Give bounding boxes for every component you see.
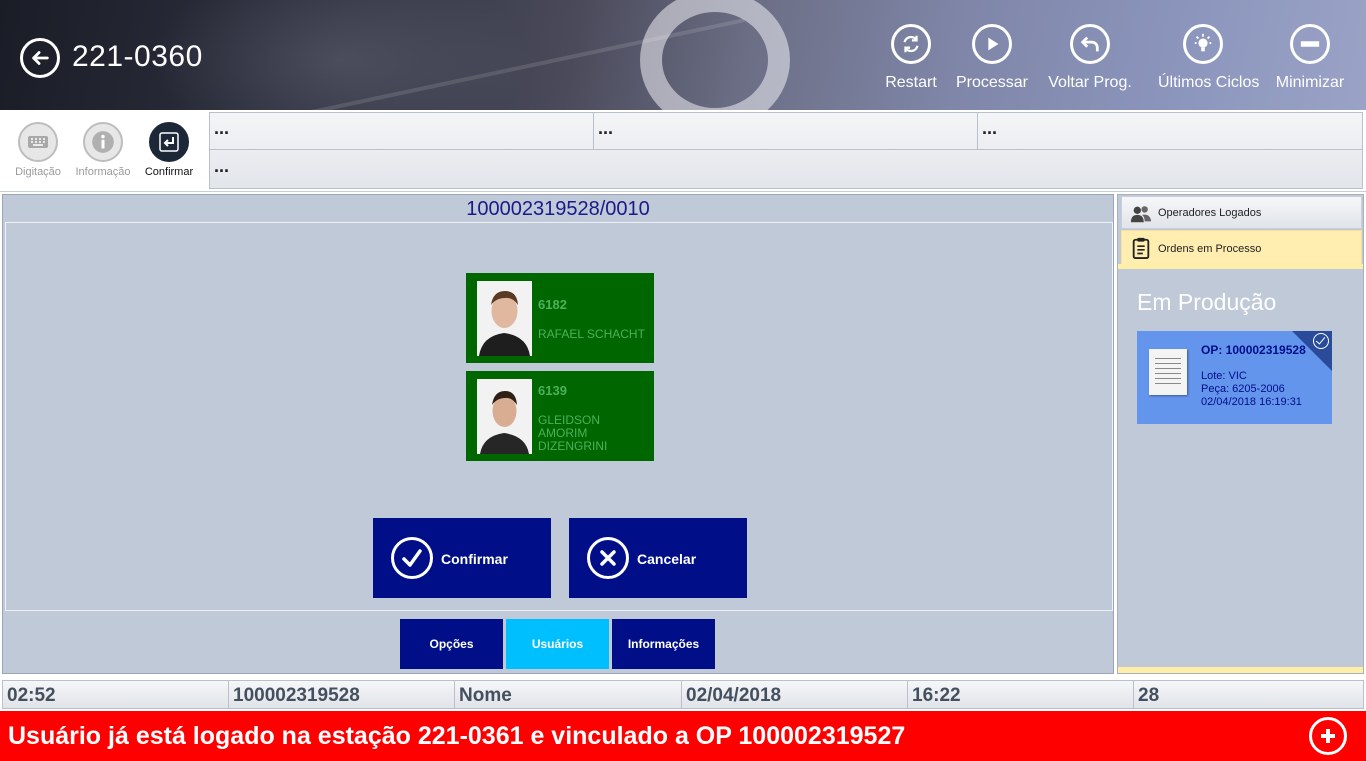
- enter-icon: [159, 132, 179, 152]
- status-bar: 02:52 100002319528 Nome 02/04/2018 16:22…: [2, 680, 1364, 709]
- operator-code: 6139: [538, 383, 567, 398]
- app-window: 221-0360 Restart Processar Voltar Prog. …: [0, 0, 1366, 761]
- play-icon: [988, 37, 999, 51]
- information-label: Informação: [75, 166, 131, 178]
- right-panel: Operadores Logados Ordens em Processo Em…: [1117, 194, 1364, 674]
- minimize-button[interactable]: Minimizar: [1265, 24, 1355, 92]
- order-part: Peça: 6205-2006: [1201, 383, 1285, 395]
- status-time: 16:22: [908, 681, 1134, 708]
- info-cell: ...: [978, 113, 1362, 150]
- production-title: Em Produção: [1137, 289, 1277, 315]
- users-icon: [1130, 206, 1152, 223]
- confirm-toolbar-label: Confirmar: [144, 166, 194, 178]
- operator-photo: [477, 379, 532, 454]
- info-cell: ...: [210, 113, 594, 150]
- info-grid: ... ... ... ...: [209, 112, 1363, 189]
- operator-photo: [477, 281, 532, 356]
- toolbar: Digitação Informação Confirmar ... ... .…: [0, 110, 1366, 192]
- info-icon: [92, 131, 114, 153]
- tab-logged-operators-label: Operadores Logados: [1158, 207, 1262, 219]
- status-elapsed-time: 02:52: [3, 681, 229, 708]
- typing-button[interactable]: Digitação: [7, 122, 69, 178]
- keyboard-icon: [28, 136, 48, 148]
- back-program-button[interactable]: Voltar Prog.: [1045, 24, 1135, 92]
- document-icon: [1149, 349, 1187, 395]
- process-button[interactable]: Processar: [947, 24, 1037, 92]
- undo-icon: [1080, 36, 1099, 52]
- tab-underline: [1118, 264, 1363, 269]
- restart-button[interactable]: Restart: [866, 24, 956, 92]
- tab-orders-in-process-label: Ordens em Processo: [1158, 243, 1262, 255]
- last-cycles-label: Últimos Ciclos: [1158, 74, 1260, 91]
- alert-bar: Usuário já está logado na estação 221-03…: [0, 711, 1366, 761]
- close-icon: [600, 550, 616, 566]
- last-cycles-button[interactable]: Últimos Ciclos: [1158, 24, 1260, 92]
- alert-message: Usuário já está logado na estação 221-03…: [8, 722, 906, 750]
- check-icon: [402, 549, 422, 567]
- back-button[interactable]: [20, 38, 60, 78]
- tab-informations[interactable]: Informações: [612, 619, 715, 669]
- header-logo-shape: [640, 0, 790, 110]
- info-cell: ...: [214, 156, 230, 176]
- order-tile[interactable]: OP: 100002319528 Lote: VIC Peça: 6205-20…: [1137, 331, 1332, 424]
- main-panel: 100002319528/0010 6182 RAFAEL SCHACHT 61…: [2, 194, 1114, 674]
- tab-logged-operators[interactable]: Operadores Logados: [1121, 196, 1362, 229]
- cancel-label: Cancelar: [637, 551, 697, 567]
- information-button[interactable]: Informação: [72, 122, 134, 178]
- lightbulb-icon: [1194, 33, 1212, 52]
- back-program-label: Voltar Prog.: [1048, 74, 1132, 91]
- minimize-label: Minimizar: [1275, 74, 1345, 91]
- status-order: 100002319528: [229, 681, 455, 708]
- operator-card[interactable]: 6139 GLEIDSON AMORIM DIZENGRINI: [466, 371, 654, 461]
- check-circle-icon: [1313, 333, 1329, 349]
- operator-name: GLEIDSON AMORIM DIZENGRINI: [538, 413, 608, 453]
- panel-footer-bar: [1118, 667, 1363, 673]
- cancel-button[interactable]: Cancelar: [569, 518, 747, 598]
- typing-label: Digitação: [15, 166, 61, 178]
- confirm-label: Confirmar: [441, 551, 508, 567]
- restart-label: Restart: [885, 74, 937, 91]
- operator-name: RAFAEL SCHACHT: [538, 327, 645, 341]
- operator-card[interactable]: 6182 RAFAEL SCHACHT: [466, 273, 654, 363]
- arrow-left-icon: [32, 51, 49, 65]
- confirm-toolbar-button[interactable]: Confirmar: [138, 122, 200, 178]
- clipboard-icon: [1132, 237, 1150, 259]
- order-title: 100002319528/0010: [466, 198, 650, 220]
- plus-icon[interactable]: [1309, 717, 1347, 755]
- minus-icon: [1300, 41, 1320, 47]
- process-label: Processar: [955, 74, 1029, 91]
- order-number: OP: 100002319528: [1201, 343, 1306, 357]
- station-title: 221-0360: [72, 40, 203, 73]
- confirm-button[interactable]: Confirmar: [373, 518, 551, 598]
- person-photo-icon: [477, 379, 532, 454]
- status-date: 02/04/2018: [682, 681, 908, 708]
- tab-users[interactable]: Usuários: [506, 619, 609, 669]
- person-photo-icon: [477, 281, 532, 356]
- order-lot: Lote: VIC: [1201, 370, 1247, 382]
- tab-options[interactable]: Opções: [400, 619, 503, 669]
- info-cell: ...: [594, 113, 978, 150]
- header-background-art: [150, 0, 530, 110]
- tab-orders-in-process[interactable]: Ordens em Processo: [1121, 230, 1362, 268]
- restart-icon: [903, 35, 919, 53]
- order-datetime: 02/04/2018 16:19:31: [1201, 396, 1302, 408]
- header-bar: 221-0360 Restart Processar Voltar Prog. …: [0, 0, 1366, 110]
- status-name: Nome: [455, 681, 682, 708]
- operator-code: 6182: [538, 297, 567, 312]
- status-count: 28: [1138, 685, 1160, 706]
